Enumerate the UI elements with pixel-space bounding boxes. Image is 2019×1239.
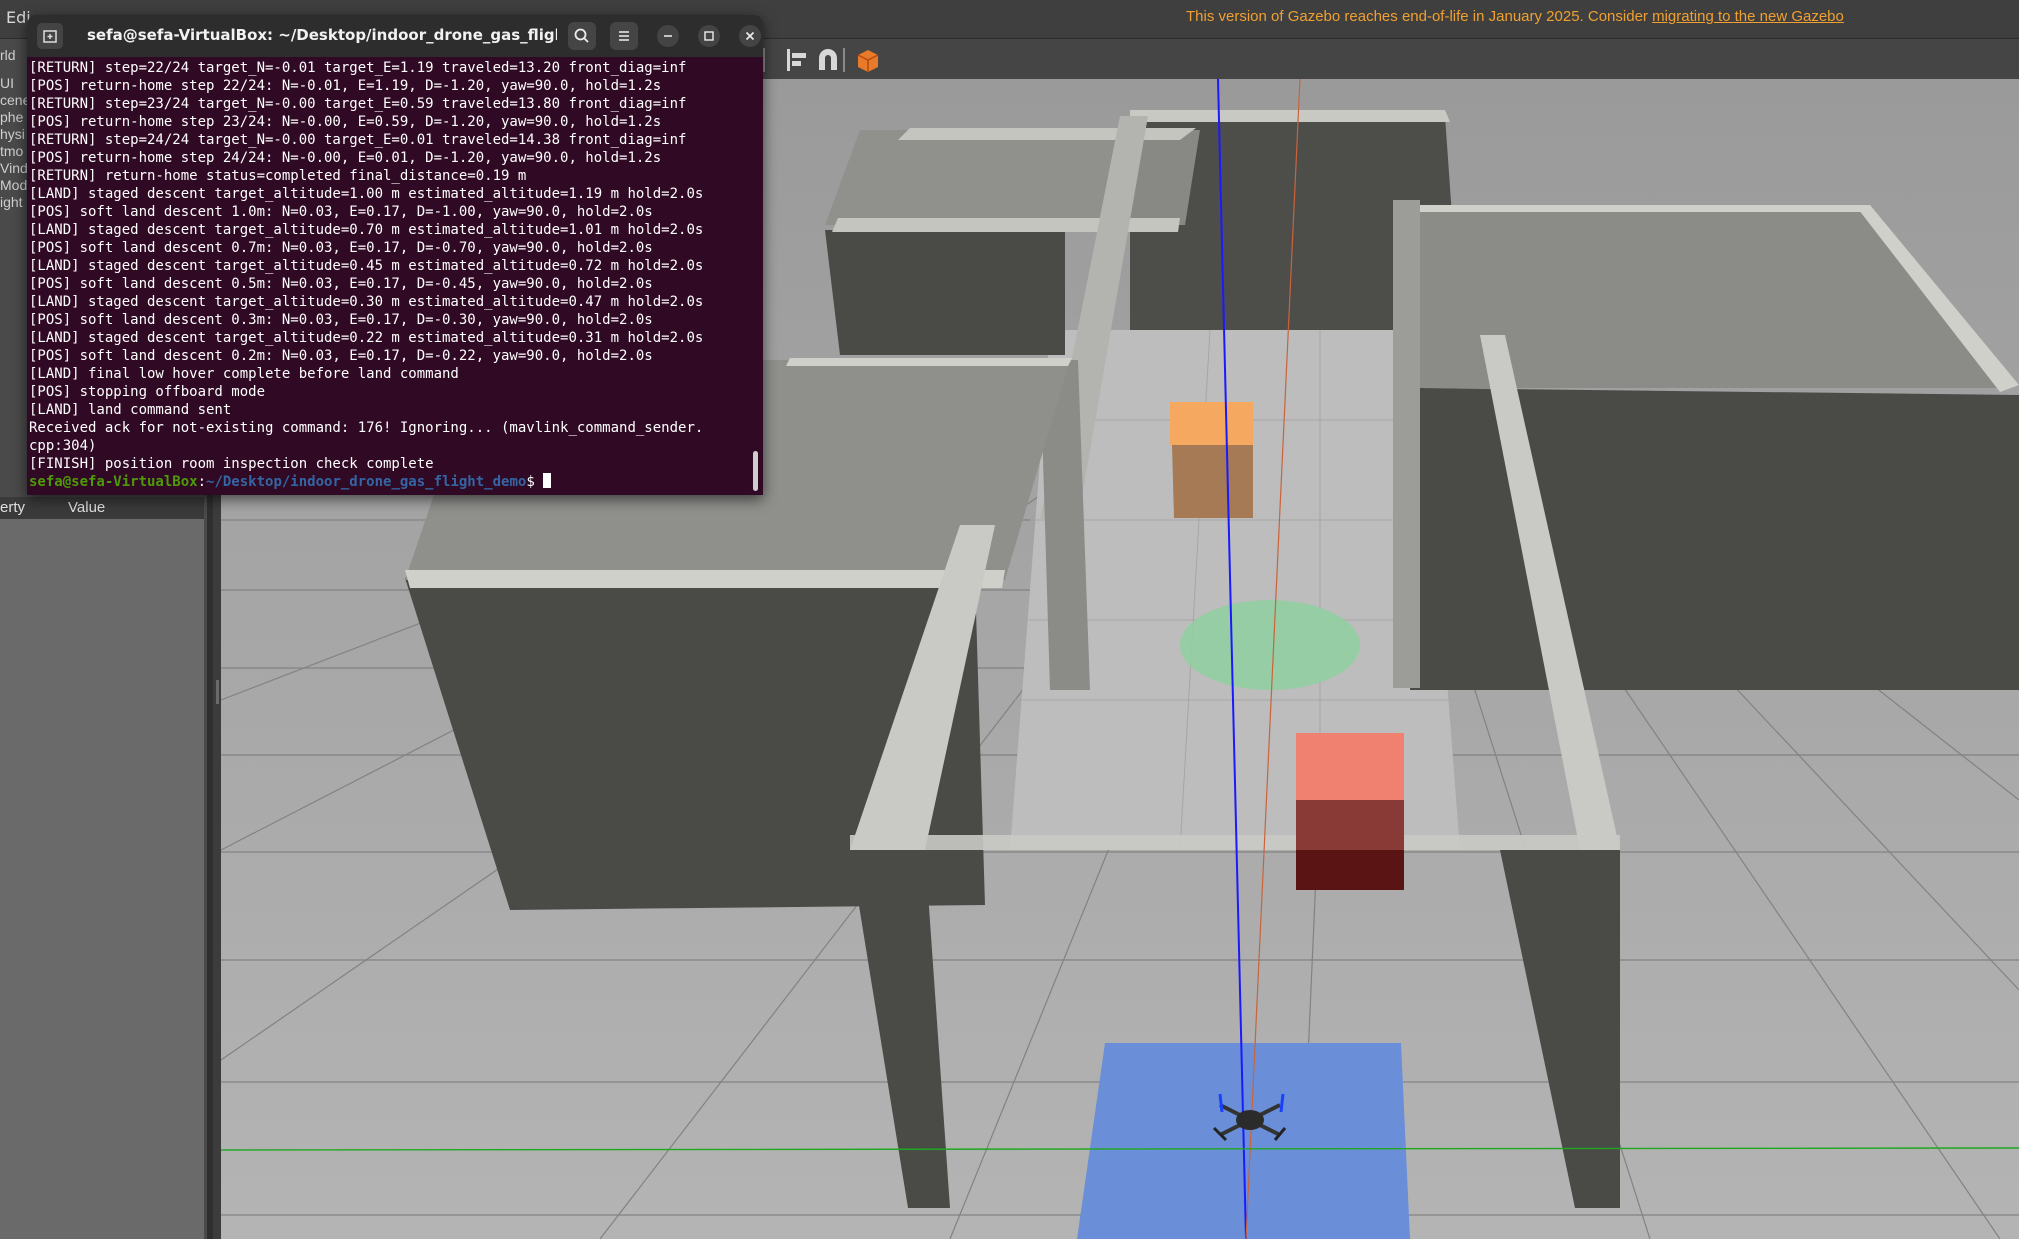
terminal-line: [LAND] staged descent target_altitude=0.…: [29, 294, 704, 310]
align-tool-icon[interactable]: [784, 46, 812, 74]
terminal-line: cpp:304): [29, 438, 97, 454]
terminal-line: [RETURN] step=22/24 target_N=-0.01 targe…: [29, 60, 687, 76]
terminal-line: [LAND] final low hover complete before l…: [29, 366, 459, 382]
front-left-room-rim: [405, 570, 1005, 588]
tree-item-physics[interactable]: hysi: [0, 126, 30, 142]
terminal-title: sefa@sefa-VirtualBox: ~/Desktop/indoor_d…: [87, 26, 557, 44]
terminal-line: [POS] return-home step 24/24: N=-0.00, E…: [29, 150, 662, 166]
front-crossbeam: [850, 835, 1620, 850]
red-box-base: [1296, 850, 1404, 890]
property-table-body: [0, 519, 204, 1239]
terminal-line: [RETURN] step=24/24 target_N=-0.00 targe…: [29, 132, 687, 148]
snap-magnet-icon[interactable]: [814, 46, 842, 74]
tree-item-gui[interactable]: UI: [0, 75, 30, 91]
tree-item-atmosphere[interactable]: tmo: [0, 143, 30, 159]
text-cursor: [543, 473, 552, 488]
orange-box-face: [1172, 445, 1253, 518]
search-icon[interactable]: [568, 22, 596, 50]
terminal-line: [POS] soft land descent 0.5m: N=0.03, E=…: [29, 276, 653, 292]
right-room-rim-back: [1395, 205, 1870, 212]
terminal-lines: [RETURN] step=22/24 target_N=-0.01 targe…: [29, 59, 753, 473]
front-left-room-rim-back: [786, 358, 1072, 366]
terminal-line: [POS] return-home step 22/24: N=-0.01, E…: [29, 78, 662, 94]
eol-notice-text: This version of Gazebo reaches end-of-li…: [1186, 8, 1653, 25]
green-target-zone: [1180, 600, 1360, 690]
right-room-side: [1393, 200, 1420, 688]
property-table-header: erty Value: [0, 497, 204, 520]
tree-item-spherical[interactable]: phe: [0, 109, 30, 125]
back-left-room-top: [825, 130, 1200, 225]
terminal-line: [POS] soft land descent 0.3m: N=0.03, E=…: [29, 312, 653, 328]
prompt-path: ~/Desktop/indoor_drone_gas_flight_demo: [206, 474, 527, 490]
value-column-header: Value: [68, 499, 106, 516]
prompt-separator: :: [197, 474, 207, 490]
close-icon[interactable]: [739, 25, 761, 47]
back-left-room-rim: [898, 128, 1196, 140]
terminal-line: [LAND] staged descent target_altitude=0.…: [29, 258, 704, 274]
tree-item-world[interactable]: rld: [0, 47, 30, 63]
prompt-user-host: sefa@sefa-VirtualBox: [29, 474, 198, 490]
tree-item-scene[interactable]: cene: [0, 92, 30, 108]
terminal-line: [POS] soft land descent 0.7m: N=0.03, E=…: [29, 240, 653, 256]
terminal-line: [LAND] staged descent target_altitude=1.…: [29, 186, 704, 202]
minimize-icon[interactable]: [657, 25, 679, 47]
terminal-line: [RETURN] return-home status=completed fi…: [29, 168, 527, 184]
terminal-window[interactable]: sefa@sefa-VirtualBox: ~/Desktop/indoor_d…: [27, 15, 763, 495]
terminal-line: [LAND] staged descent target_altitude=0.…: [29, 222, 704, 238]
terminal-prompt-line: sefa@sefa-VirtualBox:~/Desktop/indoor_dr…: [29, 473, 753, 491]
terminal-line: [POS] return-home step 23/24: N=-0.00, E…: [29, 114, 662, 130]
eol-notice: This version of Gazebo reaches end-of-li…: [1186, 8, 1844, 25]
hamburger-menu-icon[interactable]: [610, 22, 638, 50]
migrate-link[interactable]: migrating to the new Gazebo: [1652, 8, 1844, 25]
tree-item-lights[interactable]: ight: [0, 194, 30, 210]
terminal-scrollbar[interactable]: [753, 451, 758, 491]
terminal-line: [POS] soft land descent 0.2m: N=0.03, E=…: [29, 348, 653, 364]
maximize-icon[interactable]: [698, 25, 720, 47]
new-tab-icon[interactable]: [37, 23, 63, 49]
tree-item-wind[interactable]: Vind: [0, 160, 30, 176]
terminal-output[interactable]: [RETURN] step=22/24 target_N=-0.01 targe…: [29, 59, 753, 495]
orange-cube-icon[interactable]: [854, 46, 882, 74]
property-column-header: erty: [0, 499, 26, 516]
back-left-room-wall: [825, 230, 1065, 355]
orange-box-top: [1170, 402, 1253, 445]
terminal-line: [RETURN] step=23/24 target_N=-0.00 targe…: [29, 96, 687, 112]
terminal-line: [LAND] staged descent target_altitude=0.…: [29, 330, 704, 346]
terminal-line: [POS] stopping offboard mode: [29, 384, 266, 400]
prompt-symbol: $: [526, 474, 544, 490]
terminal-line: [LAND] land command sent: [29, 402, 232, 418]
tree-item-models[interactable]: Mode: [0, 177, 30, 193]
panel-splitter[interactable]: [216, 680, 219, 704]
back-wall-top: [1130, 110, 1450, 122]
terminal-line: Received ack for not-existing command: 1…: [29, 420, 704, 436]
terminal-titlebar[interactable]: sefa@sefa-VirtualBox: ~/Desktop/indoor_d…: [27, 15, 763, 57]
terminal-line: [POS] soft land descent 1.0m: N=0.03, E=…: [29, 204, 653, 220]
red-box-top: [1296, 733, 1404, 800]
terminal-line: [FINISH] position room inspection check …: [29, 456, 434, 472]
